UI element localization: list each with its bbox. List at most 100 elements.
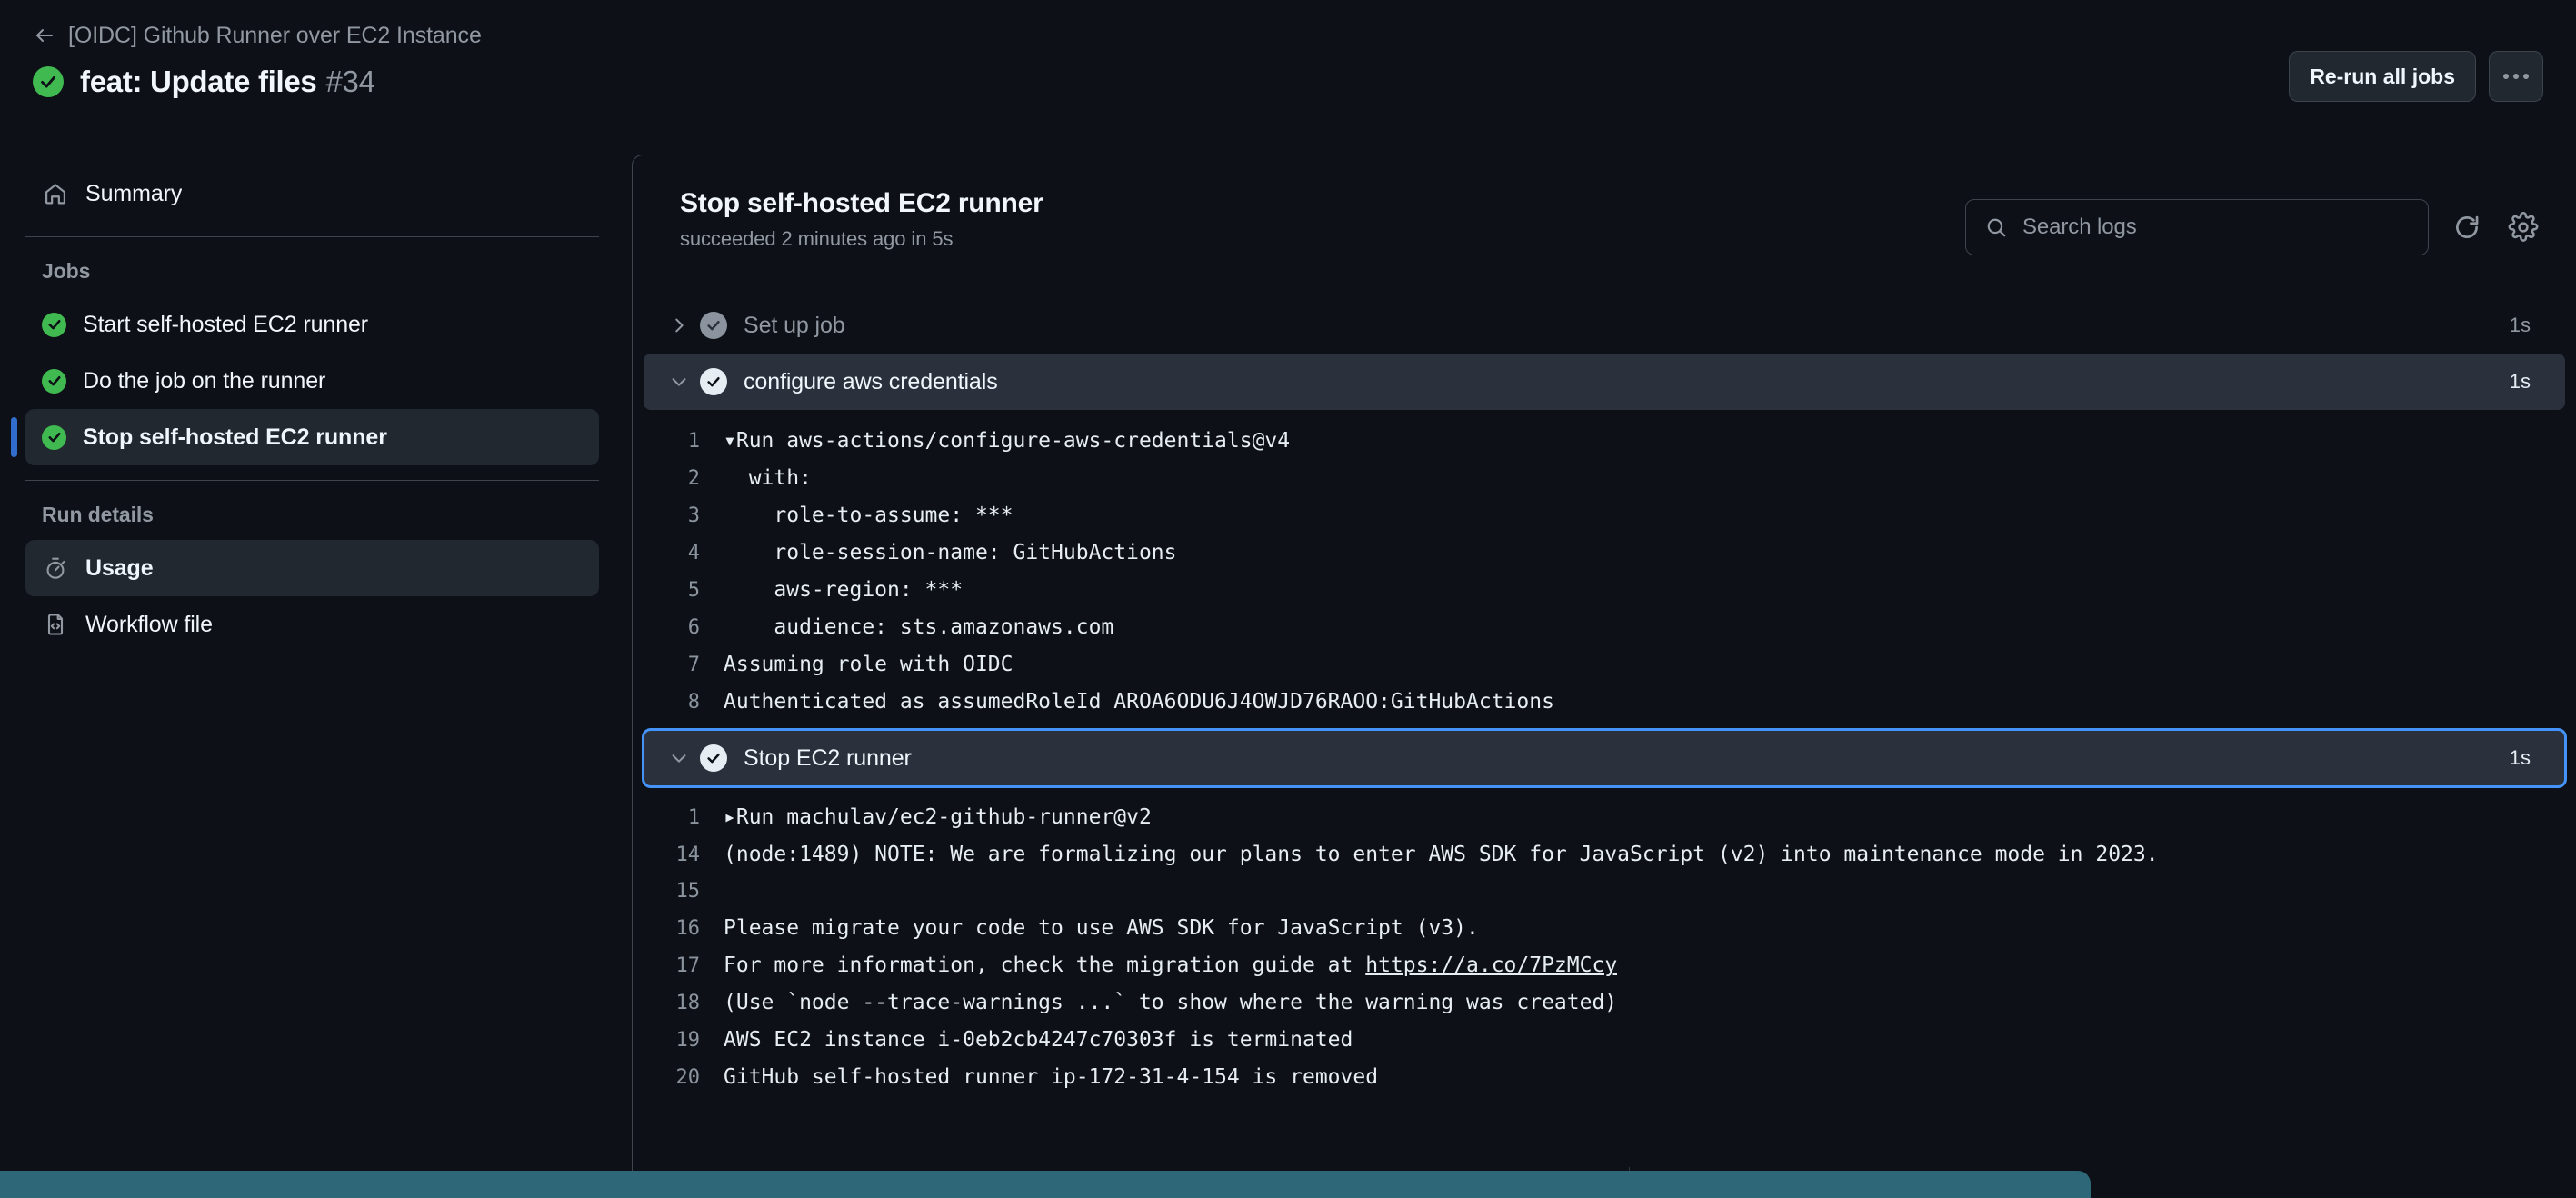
line-number: 2: [687, 467, 700, 490]
step-duration: 1s: [2509, 314, 2531, 336]
log-line: 18 (Use `node --trace-warnings ...` to sh…: [633, 984, 2576, 1022]
run-title-row: feat: Update files #34: [33, 60, 2543, 104]
line-number: 15: [675, 880, 701, 903]
line-text: audience: sts.amazonaws.com: [724, 615, 1114, 639]
step-duration: 1s: [2509, 370, 2531, 393]
migration-guide-link[interactable]: https://a.co/7PzMCcy: [1365, 953, 1617, 977]
line-number: 3: [687, 504, 700, 527]
run-number: #34: [325, 65, 375, 98]
log-panel: Stop self-hosted EC2 runner succeeded 2 …: [632, 155, 2576, 1198]
line-text-with-link: For more information, check the migratio…: [724, 947, 1617, 983]
line-number: 6: [687, 616, 700, 639]
sidebar-item-label: Workflow file: [85, 611, 213, 637]
breadcrumb: [OIDC] Github Runner over EC2 Instance: [33, 20, 2543, 51]
line-text: For more information, check the migratio…: [724, 953, 1366, 977]
check-circle-icon: [700, 368, 727, 395]
gear-icon[interactable]: [2505, 209, 2541, 245]
line-text: ▾Run aws-actions/configure-aws-credentia…: [724, 429, 1291, 453]
log-panel-toolbar: [1965, 199, 2541, 255]
step-row[interactable]: Set up job 1s: [644, 297, 2565, 354]
log-line: 5 aws-region: ***: [633, 572, 2576, 609]
log-panel-header: Stop self-hosted EC2 runner succeeded 2 …: [633, 155, 2576, 297]
line-text: Authenticated as assumedRoleId AROA6ODU6…: [724, 690, 1554, 714]
sync-icon[interactable]: [2449, 209, 2485, 245]
log-line: 2 with:: [633, 460, 2576, 497]
log-line: 19 AWS EC2 instance i-0eb2cb4247c70303f i…: [633, 1022, 2576, 1059]
sidebar-jobs-heading: Jobs: [42, 259, 91, 283]
line-text: (Use `node --trace-warnings ...` to show…: [724, 991, 1618, 1014]
line-number: 8: [687, 691, 700, 714]
step-name: Stop EC2 runner: [744, 744, 912, 771]
kebab-horizontal-icon[interactable]: [2489, 51, 2543, 102]
line-text: aws-region: ***: [724, 578, 964, 602]
workflow-run-page: [OIDC] Github Runner over EC2 Instance f…: [0, 0, 2576, 1198]
log-line: 6 audience: sts.amazonaws.com: [633, 609, 2576, 646]
sidebar-divider-1: [25, 236, 599, 237]
line-number: 1: [687, 430, 700, 453]
log-line: 15: [633, 874, 2576, 910]
sidebar-job-start-self-hosted-ec2-runner[interactable]: Start self-hosted EC2 runner: [25, 296, 599, 353]
step-name: Set up job: [744, 312, 845, 338]
line-text: role-session-name: GitHubActions: [724, 541, 1177, 564]
log-line: 4 role-session-name: GitHubActions: [633, 534, 2576, 572]
page-body: Summary Jobs Start self-hosted EC2 runne…: [0, 155, 2576, 1198]
sidebar-job-label: Do the job on the runner: [83, 367, 326, 394]
check-circle-icon: [700, 312, 727, 339]
home-icon: [42, 180, 69, 207]
run-title-text: feat: Update files: [80, 65, 317, 98]
line-number: 20: [675, 1066, 701, 1089]
check-circle-icon: [33, 66, 64, 97]
check-circle-icon: [42, 368, 66, 394]
log-line: 1 ▾Run aws-actions/configure-aws-credenti…: [633, 423, 2576, 460]
kebab-dots: [2503, 74, 2529, 79]
step-log-output[interactable]: 1 ▾Run aws-actions/configure-aws-credenti…: [633, 410, 2576, 730]
chevron-down-icon[interactable]: [664, 743, 694, 774]
line-number: 7: [687, 654, 700, 676]
step-row[interactable]: configure aws credentials 1s: [644, 354, 2565, 410]
line-text: Please migrate your code to use AWS SDK …: [724, 916, 1479, 940]
re-run-all-jobs-button[interactable]: Re-run all jobs: [2289, 51, 2476, 102]
search-input[interactable]: [2022, 215, 2410, 240]
log-line: 7 Assuming role with OIDC: [633, 646, 2576, 684]
check-circle-icon: [42, 424, 66, 450]
sidebar-item-label: Summary: [85, 180, 183, 206]
sidebar-job-label: Start self-hosted EC2 runner: [83, 311, 369, 337]
steps-list: Set up job 1s configure aws credentials …: [633, 297, 2576, 1105]
check-circle-icon: [700, 744, 727, 772]
sidebar-run-details-heading: Run details: [42, 503, 154, 526]
breadcrumb-workflow-name[interactable]: [OIDC] Github Runner over EC2 Instance: [68, 23, 482, 49]
line-number: 5: [687, 579, 700, 602]
line-text: (node:1489) NOTE: We are formalizing our…: [724, 843, 2159, 866]
line-text: role-to-assume: ***: [724, 504, 1013, 527]
line-number: 1: [687, 806, 700, 829]
sidebar-item-summary[interactable]: Summary: [25, 165, 599, 222]
check-circle-icon: [42, 312, 66, 337]
log-line: 3 role-to-assume: ***: [633, 497, 2576, 534]
step-duration: 1s: [2509, 746, 2531, 769]
chevron-down-icon[interactable]: [664, 366, 694, 397]
line-number: 4: [687, 542, 700, 564]
log-line: 16 Please migrate your code to use AWS SD…: [633, 910, 2576, 947]
sidebar-item-workflow-file[interactable]: Workflow file: [25, 596, 599, 653]
step-row[interactable]: Stop EC2 runner 1s: [642, 728, 2567, 788]
arrow-left-icon[interactable]: [33, 24, 56, 47]
sidebar-item-label: Usage: [85, 554, 154, 581]
line-number: 16: [675, 917, 701, 940]
line-text: GitHub self-hosted runner ip-172-31-4-15…: [724, 1065, 1379, 1089]
line-text: Assuming role with OIDC: [724, 653, 1013, 676]
log-line: 20 GitHub self-hosted runner ip-172-31-4-…: [633, 1059, 2576, 1096]
page-title: feat: Update files #34: [80, 65, 375, 99]
sidebar-job-do-the-job-on-the-runner[interactable]: Do the job on the runner: [25, 353, 599, 409]
line-number: 14: [675, 844, 701, 866]
log-line: 17 For more information, check the migrat…: [633, 947, 2576, 984]
sidebar-job-stop-self-hosted-ec2-runner[interactable]: Stop self-hosted EC2 runner: [11, 409, 599, 465]
sidebar-item-usage[interactable]: Usage: [25, 540, 599, 596]
sidebar-divider-2: [25, 480, 599, 481]
log-line: 14 (node:1489) NOTE: We are formalizing o…: [633, 836, 2576, 874]
search-logs-box[interactable]: [1965, 199, 2429, 255]
step-name: configure aws credentials: [744, 368, 998, 394]
step-log-output[interactable]: 1 ▸Run machulav/ec2-github-runner@v2 14 (n…: [633, 786, 2576, 1105]
line-number: 18: [675, 992, 701, 1014]
sidebar-job-label: Stop self-hosted EC2 runner: [83, 424, 387, 450]
chevron-right-icon[interactable]: [664, 310, 694, 341]
